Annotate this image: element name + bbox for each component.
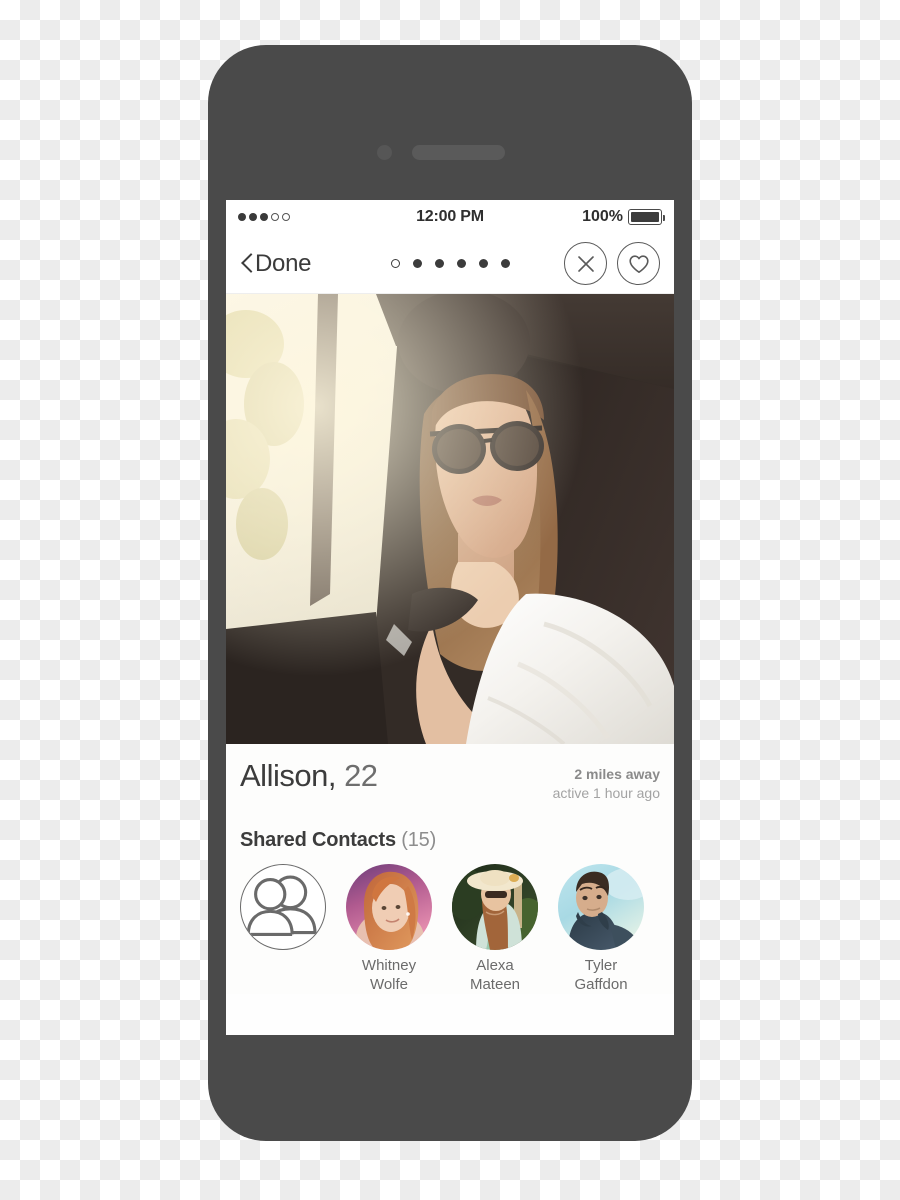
shared-contact-tyler-gaffdon[interactable]: Tyler Gaffdon [558, 863, 644, 995]
shared-contacts-title: Shared Contacts [240, 828, 396, 851]
profile-name: Allison, 22 [240, 758, 378, 793]
phone-device: 12:00 PM 100% Done Allison, 22 2 miles a… [208, 45, 692, 1141]
profile-last-active: active 1 hour ago [552, 784, 660, 801]
contact-name: Tyler Gaffdon [558, 957, 644, 995]
contact-avatar [558, 863, 644, 950]
contact-first-name: Whitney [361, 956, 417, 974]
shared-contacts-all-button[interactable] [240, 863, 326, 950]
nav-action-buttons [564, 242, 660, 285]
phone-screen: 12:00 PM 100% Done Allison, 22 2 miles a… [226, 200, 674, 1035]
chevron-left-icon [240, 253, 253, 275]
pass-button[interactable] [564, 242, 607, 285]
status-bar: 12:00 PM 100% [226, 200, 674, 234]
heart-icon [628, 254, 649, 273]
shared-contacts-heading: Shared Contacts (15) [240, 829, 660, 852]
profile-age-text: 22 [344, 758, 378, 793]
shared-contacts-list: Whitney Wolfe Alexa Mateen Tyler Gaffdon [240, 863, 660, 995]
pagination-dot-3 [434, 259, 444, 268]
shared-contact-alexa-mateen[interactable]: Alexa Mateen [452, 863, 538, 995]
pagination-dot-1 [390, 259, 400, 268]
battery-indicator: 100% [582, 208, 665, 226]
contact-avatar [346, 863, 432, 950]
contact-avatar [452, 863, 538, 950]
contact-last-name: Wolfe [369, 975, 409, 993]
profile-photo[interactable] [226, 294, 674, 744]
contact-first-name: Alexa [476, 956, 514, 974]
contact-name: Alexa Mateen [452, 957, 538, 995]
profile-meta: 2 miles away active 1 hour ago [553, 760, 660, 803]
shared-contacts-count: (15) [401, 828, 437, 851]
contact-name: Whitney Wolfe [346, 957, 432, 995]
contact-first-name: Tyler [584, 956, 618, 974]
done-back-button[interactable]: Done [240, 250, 311, 278]
avatar-image-whitney [346, 863, 432, 950]
profile-name-row: Allison, 22 2 miles away active 1 hour a… [240, 758, 660, 803]
pagination-dot-4 [456, 259, 466, 268]
navigation-bar: Done [226, 234, 674, 294]
profile-photo-image [226, 294, 674, 744]
avatar-image-alexa [452, 863, 538, 950]
done-button-label: Done [255, 249, 312, 277]
profile-info-panel: Allison, 22 2 miles away active 1 hour a… [226, 744, 674, 995]
contact-last-name: Mateen [469, 975, 521, 993]
contacts-placeholder-avatar [240, 863, 326, 950]
shared-contact-whitney-wolfe[interactable]: Whitney Wolfe [346, 863, 432, 995]
camera-dot-icon [377, 145, 392, 160]
pagination-dot-2 [412, 259, 422, 268]
contact-last-name: Gaffdon [574, 975, 628, 993]
pagination-dot-5 [478, 259, 488, 268]
profile-name-text: Allison, [240, 758, 336, 793]
speaker-grill-icon [412, 145, 505, 160]
battery-percent-label: 100% [582, 208, 623, 225]
close-x-icon [577, 255, 594, 272]
profile-distance: 2 miles away [574, 766, 660, 782]
avatar-image-tyler [558, 863, 644, 950]
pagination-dot-6 [500, 259, 510, 268]
battery-icon [628, 209, 665, 225]
two-people-icon [246, 875, 317, 936]
like-button[interactable] [617, 242, 660, 285]
